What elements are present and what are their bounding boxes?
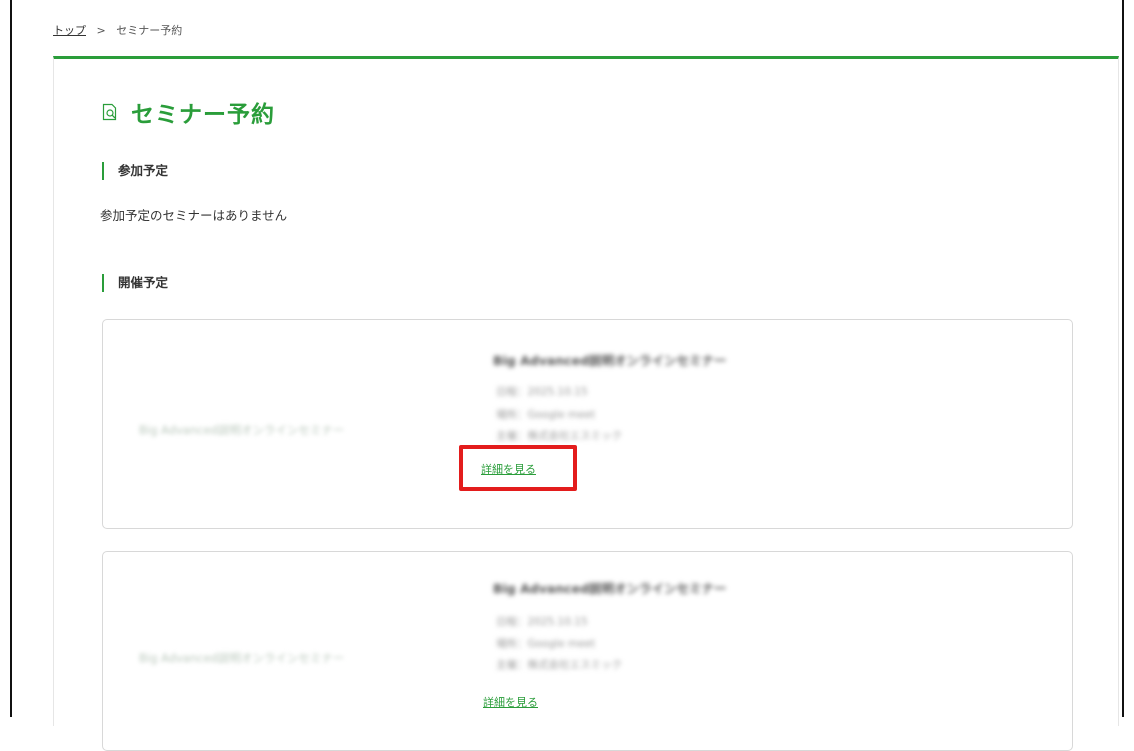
breadcrumb-separator: >: [96, 24, 106, 37]
window-frame-right: [1122, 0, 1124, 717]
breadcrumb-current: セミナー予約: [116, 24, 183, 37]
seminar-organizer: 主催：株式会社エスミック: [496, 430, 622, 442]
page-header: セミナー予約: [102, 95, 275, 129]
seminar-image-alt: Big Advanced説明オンラインセミナー: [139, 423, 345, 437]
document-search-icon: [102, 103, 117, 121]
seminar-title: Big Advanced説明オンラインセミナー: [493, 353, 727, 368]
seminar-date: 日程：2025.10.15: [496, 386, 588, 398]
seminar-image-alt: Big Advanced説明オンラインセミナー: [139, 651, 345, 665]
section-heading-attending: 参加予定: [102, 162, 168, 180]
empty-attending-message: 参加予定のセミナーはありません: [100, 208, 288, 223]
seminar-date: 日程：2025.10.15: [496, 616, 588, 628]
main-panel: セミナー予約 参加予定 参加予定のセミナーはありません 開催予定 Big Adv…: [53, 56, 1119, 751]
seminar-card: Big Advanced説明オンラインセミナー Big Advanced説明オン…: [102, 319, 1073, 529]
highlight-annotation-box: [459, 445, 577, 491]
seminar-location: 場所：Google meet: [496, 409, 596, 421]
window-frame-left: [10, 0, 12, 717]
seminar-title: Big Advanced説明オンラインセミナー: [493, 581, 727, 596]
seminar-detail-link[interactable]: 詳細を見る: [483, 694, 538, 710]
seminar-card: Big Advanced説明オンラインセミナー Big Advanced説明オン…: [102, 551, 1073, 751]
section-heading-scheduled: 開催予定: [102, 274, 168, 292]
breadcrumb: トップ > セミナー予約: [53, 22, 182, 38]
seminar-location: 場所：Google meet: [496, 638, 596, 650]
breadcrumb-home-link[interactable]: トップ: [53, 24, 86, 37]
page-title: セミナー予約: [131, 102, 275, 128]
seminar-organizer: 主催：株式会社エスミック: [496, 659, 622, 671]
